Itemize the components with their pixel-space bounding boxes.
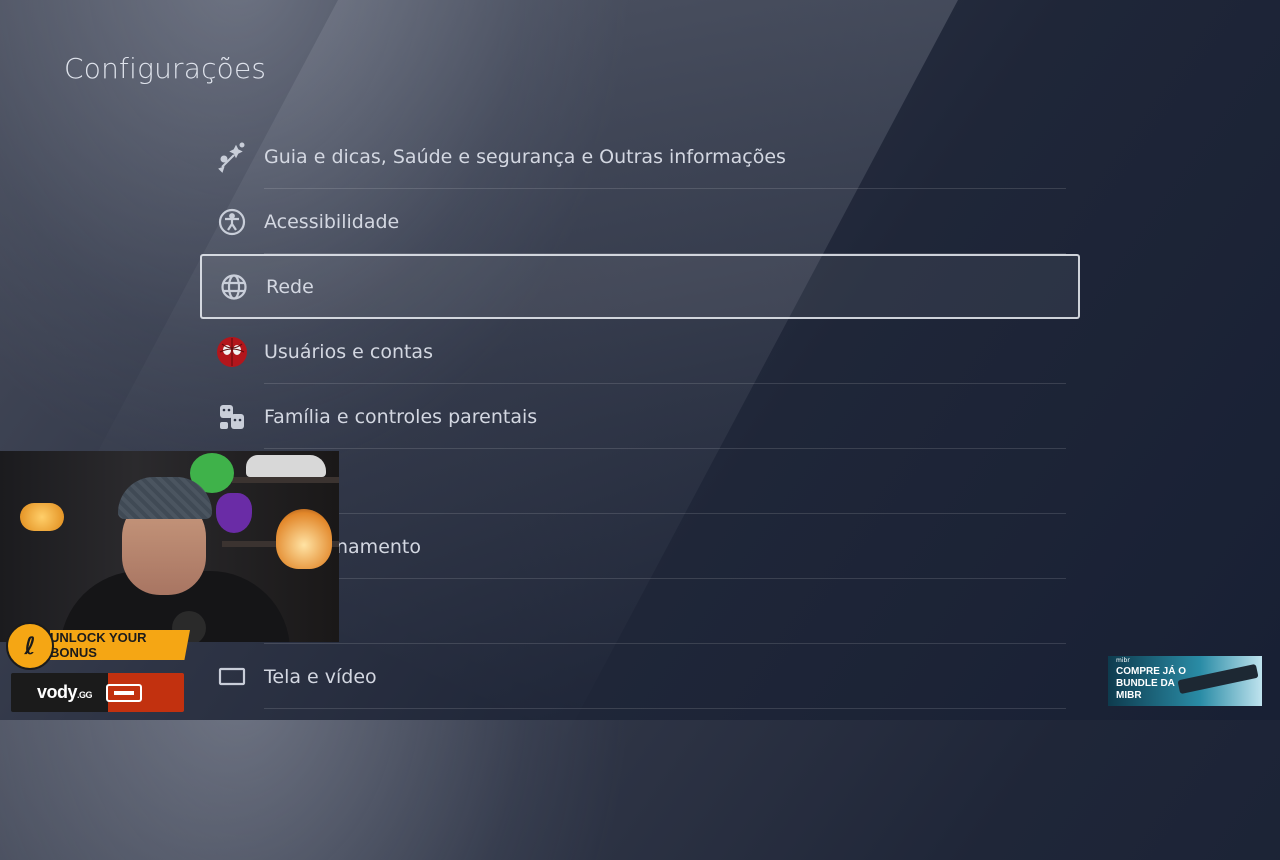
mibr-promo-banner[interactable]: mibr COMPRE JÁ O BUNDLE DA MIBR [1108,656,1262,706]
menu-item-label: Rede [266,275,314,298]
bonus-logo-icon: ℓ [6,622,54,670]
glowing-lamp [276,509,332,569]
menu-item-label: Família e controles parentais [264,405,538,428]
bonus-text: UNLOCK YOUR BONUS [50,630,190,660]
orange-lamp [20,503,64,531]
menu-item-label: Tela e vídeo [264,665,377,688]
accessibility-icon [216,206,248,238]
screen-icon [216,661,248,693]
shelf [232,477,339,483]
promo-brand: mibr [1116,657,1130,664]
promo-text: COMPRE JÁ O BUNDLE DA MIBR [1116,666,1187,701]
menu-item-label: Acessibilidade [264,210,400,233]
vody-banner[interactable]: vody.GG [11,673,184,712]
menu-item-family[interactable]: Família e controles parentais [200,384,1080,449]
menu-item-users[interactable]: Usuários e contas [200,319,1080,384]
webcam-overlay [0,451,339,642]
vody-badge-icon [106,683,143,702]
menu-item-accessibility[interactable]: Acessibilidade [200,189,1080,254]
user-avatar-icon [216,336,248,368]
menu-item-network[interactable]: Rede [200,254,1080,319]
menu-item-display[interactable]: Tela e vídeo [200,644,1080,709]
vody-logo: vody.GG [37,682,93,702]
tips-sparkle-icon [216,141,248,173]
family-faces-icon [216,401,248,433]
menu-item-label: Guia e dicas, Saúde e segurança e Outras… [264,145,786,168]
toy-car [246,455,326,477]
menu-item-label: namento [336,535,421,558]
globe-icon [218,271,250,303]
divider [264,708,1066,709]
weapon-skin-image [1177,663,1259,695]
page-title: Configurações [64,52,267,85]
purple-figure [216,493,252,533]
bonus-banner[interactable]: UNLOCK YOUR BONUS ℓ [6,622,190,670]
menu-item-guide[interactable]: Guia e dicas, Saúde e segurança e Outras… [200,124,1080,189]
menu-item-label: Usuários e contas [264,340,433,363]
